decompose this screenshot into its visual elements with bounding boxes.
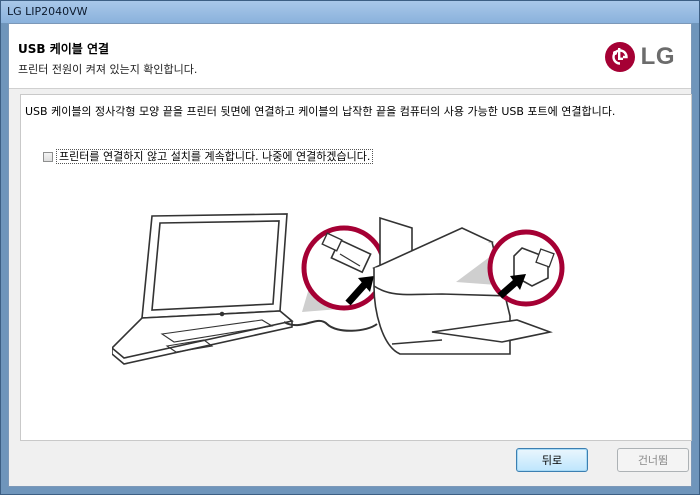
footer-bar: 뒤로 건너뜀: [9, 438, 691, 486]
connect-later-option[interactable]: 프린터를 연결하지 않고 설치를 계속합니다. 나중에 연결하겠습니다.: [43, 149, 374, 164]
lg-face-icon: [604, 42, 635, 72]
lg-logo: LG: [604, 41, 675, 73]
usb-a-zoom-icon: [301, 225, 387, 311]
usb-cable: [283, 319, 378, 332]
usb-b-zoom-icon: [487, 229, 565, 307]
instruction-text: USB 케이블의 정사각형 모양 끝을 프린터 뒷면에 연결하고 케이블의 납작…: [25, 105, 616, 118]
installer-window: LG LIP2040VW USB 케이블 연결 프린터 전원이 켜져 있는지 확…: [0, 0, 700, 495]
skip-button[interactable]: 건너뜀: [617, 448, 689, 472]
window-client-area: USB 케이블 연결 프린터 전원이 켜져 있는지 확인합니다. LG USB …: [8, 23, 692, 487]
title-bar[interactable]: LG LIP2040VW: [1, 1, 699, 23]
page-title: USB 케이블 연결: [18, 42, 110, 56]
connect-later-label[interactable]: 프린터를 연결하지 않고 설치를 계속합니다. 나중에 연결하겠습니다.: [56, 149, 374, 164]
back-button[interactable]: 뒤로: [516, 448, 588, 472]
content-panel: USB 케이블의 정사각형 모양 끝을 프린터 뒷면에 연결하고 케이블의 납작…: [20, 94, 692, 441]
lg-logo-text: LG: [640, 43, 675, 70]
connect-later-checkbox[interactable]: [43, 151, 53, 162]
header-banner: USB 케이블 연결 프린터 전원이 켜져 있는지 확인합니다. LG: [9, 24, 691, 89]
laptop-icon: [112, 213, 294, 365]
page-subtitle: 프린터 전원이 켜져 있는지 확인합니다.: [18, 63, 198, 76]
window-title: LG LIP2040VW: [7, 5, 88, 18]
usb-connection-illustration: [112, 213, 565, 365]
